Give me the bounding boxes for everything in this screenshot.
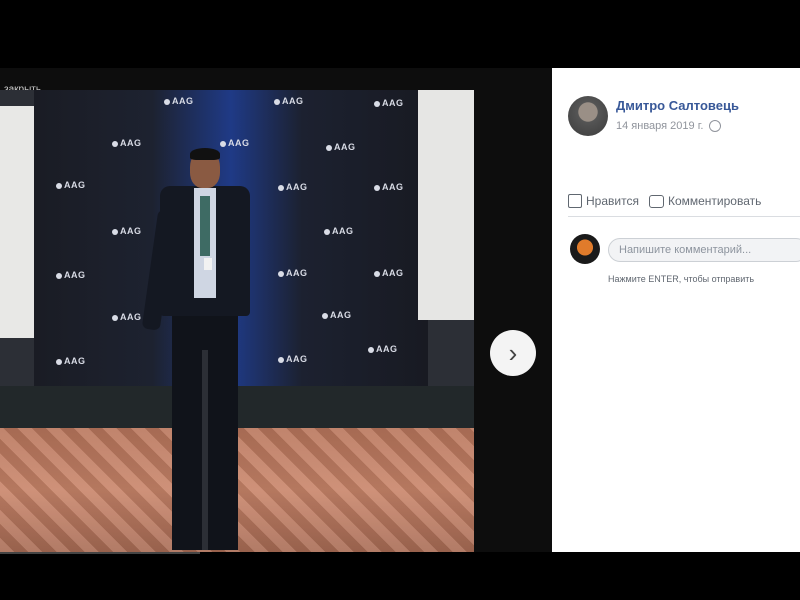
avatar[interactable] xyxy=(568,96,608,136)
logo: AAG xyxy=(56,270,92,284)
logo: AAG xyxy=(164,96,200,110)
person xyxy=(141,148,270,552)
person-hair xyxy=(190,148,220,160)
logo: AAG xyxy=(278,268,314,282)
post-panel: Дмитро Салтовець 14 января 2019 г. Нрави… xyxy=(552,68,800,552)
thumbs-up-icon xyxy=(568,194,582,208)
post-date[interactable]: 14 января 2019 г. xyxy=(616,120,703,132)
like-label: Нравится xyxy=(586,194,639,208)
logo: AAG xyxy=(278,354,314,368)
logo: AAG xyxy=(326,142,362,156)
divider xyxy=(568,216,800,217)
next-photo-button[interactable]: › xyxy=(490,330,536,376)
logo: AAG xyxy=(112,226,148,240)
wall xyxy=(418,90,474,320)
like-button[interactable]: Нравится xyxy=(568,194,639,208)
speech-bubble-icon xyxy=(648,194,664,208)
logo: AAG xyxy=(278,182,314,196)
comment-label: Комментировать xyxy=(667,194,762,208)
logo: AAG xyxy=(374,182,410,196)
enter-hint: Нажмите ENTER, чтобы отправить xyxy=(608,274,755,284)
photo[interactable]: AAG AAG AAG AAG AAG AAG AAG AAG AAG AAG … xyxy=(0,90,474,552)
logo: AAG xyxy=(368,344,404,358)
chevron-right-icon: › xyxy=(508,337,518,368)
logo: AAG xyxy=(112,138,148,152)
wall xyxy=(0,106,36,338)
person-badge xyxy=(204,258,212,270)
commenter-avatar xyxy=(570,234,600,264)
logo: AAG xyxy=(56,180,92,194)
person-legs-gap xyxy=(202,350,208,550)
logo: AAG xyxy=(374,98,410,112)
logo: AAG xyxy=(324,226,360,240)
logo: AAG xyxy=(274,96,310,110)
logo: AAG xyxy=(322,310,358,324)
progress-line xyxy=(0,552,200,554)
photo-viewer: закрыть AAG AAG AAG AAG AAG AAG AAG AAG … xyxy=(0,68,552,552)
author-name[interactable]: Дмитро Салтовець xyxy=(616,98,739,113)
logo: AAG xyxy=(56,356,92,370)
person-tie xyxy=(200,196,210,256)
logo: AAG xyxy=(374,268,410,282)
post-actions: Нравится Комментировать xyxy=(568,194,800,208)
comment-button[interactable]: Комментировать xyxy=(648,194,762,208)
post-meta: 14 января 2019 г. xyxy=(616,120,722,132)
globe-icon[interactable] xyxy=(709,120,722,132)
comment-input[interactable]: Напишите комментарий... xyxy=(608,238,800,262)
